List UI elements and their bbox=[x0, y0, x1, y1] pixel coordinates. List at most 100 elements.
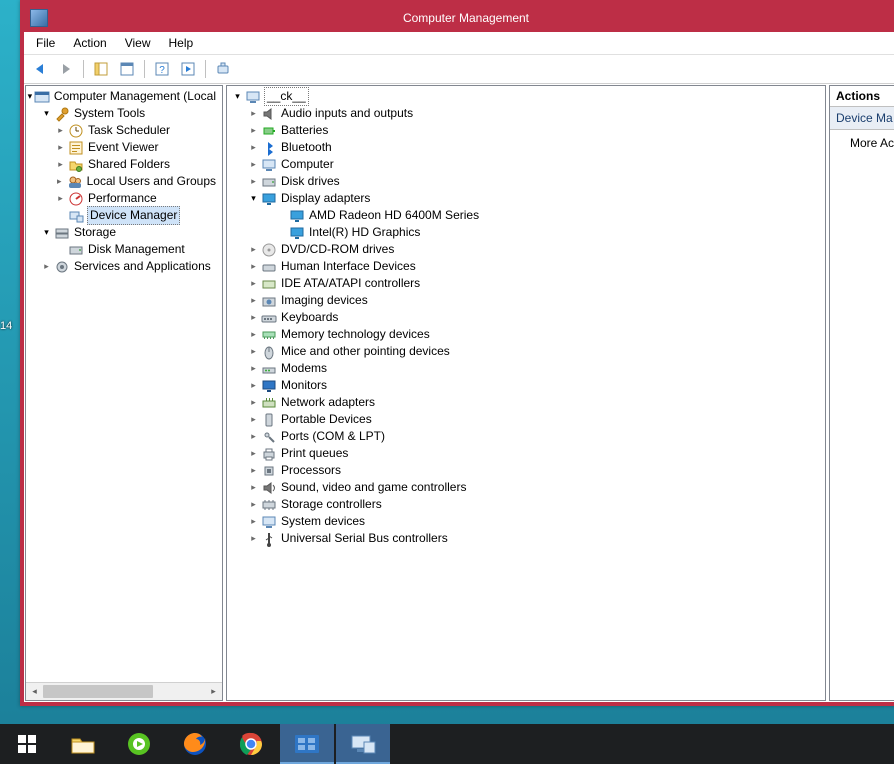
task-computer-management[interactable] bbox=[336, 724, 390, 764]
expander-icon[interactable]: ▸ bbox=[53, 175, 66, 188]
tree-root-computer[interactable]: ▾ __ck__ bbox=[227, 88, 825, 105]
action-pane-button[interactable] bbox=[176, 57, 200, 81]
back-button[interactable] bbox=[28, 57, 52, 81]
expander-icon[interactable]: ▸ bbox=[247, 260, 260, 273]
task-firefox[interactable] bbox=[168, 724, 222, 764]
expander-icon[interactable]: ▸ bbox=[247, 362, 260, 375]
menu-file[interactable]: File bbox=[28, 34, 65, 52]
expander-icon[interactable]: ▸ bbox=[247, 311, 260, 324]
expander-icon[interactable]: ▸ bbox=[247, 430, 260, 443]
device-category[interactable]: ▸Print queues bbox=[227, 445, 825, 462]
task-chrome[interactable] bbox=[224, 724, 278, 764]
expander-icon[interactable]: ▸ bbox=[247, 379, 260, 392]
titlebar[interactable]: Computer Management bbox=[24, 4, 894, 32]
expander-icon[interactable]: ▸ bbox=[247, 447, 260, 460]
device-category[interactable]: ▾Display adapters bbox=[227, 190, 825, 207]
device-item[interactable]: Intel(R) HD Graphics bbox=[227, 224, 825, 241]
show-hide-tree-button[interactable] bbox=[89, 57, 113, 81]
tree-item-shared-folders[interactable]: ▸ Shared Folders bbox=[26, 156, 222, 173]
device-category[interactable]: ▸Memory technology devices bbox=[227, 326, 825, 343]
expander-icon[interactable]: ▾ bbox=[40, 226, 53, 239]
tree-item-device-manager[interactable]: Device Manager bbox=[26, 207, 222, 224]
expander-icon[interactable]: ▸ bbox=[247, 107, 260, 120]
help-button[interactable]: ? bbox=[150, 57, 174, 81]
expander-icon[interactable]: ▸ bbox=[247, 532, 260, 545]
scroll-thumb[interactable] bbox=[43, 685, 153, 698]
device-category[interactable]: ▸Bluetooth bbox=[227, 139, 825, 156]
device-category[interactable]: ▸Portable Devices bbox=[227, 411, 825, 428]
expander-icon[interactable]: ▸ bbox=[54, 124, 67, 137]
expander-icon[interactable]: ▸ bbox=[247, 175, 260, 188]
expander-icon[interactable]: ▸ bbox=[247, 396, 260, 409]
start-button[interactable] bbox=[0, 724, 54, 764]
properties-button[interactable] bbox=[115, 57, 139, 81]
menu-view[interactable]: View bbox=[117, 34, 161, 52]
tree-item-event-viewer[interactable]: ▸ Event Viewer bbox=[26, 139, 222, 156]
scroll-track[interactable] bbox=[43, 683, 205, 700]
expander-icon[interactable]: ▸ bbox=[247, 328, 260, 341]
actions-section[interactable]: Device Ma bbox=[830, 107, 894, 130]
device-category[interactable]: ▸Keyboards bbox=[227, 309, 825, 326]
device-item[interactable]: AMD Radeon HD 6400M Series bbox=[227, 207, 825, 224]
actions-more[interactable]: More Act bbox=[830, 130, 894, 156]
expander-icon[interactable]: ▸ bbox=[247, 498, 260, 511]
device-category[interactable]: ▸Computer bbox=[227, 156, 825, 173]
tree-item-disk-management[interactable]: Disk Management bbox=[26, 241, 222, 258]
device-category[interactable]: ▸Storage controllers bbox=[227, 496, 825, 513]
expander-icon[interactable]: ▸ bbox=[247, 515, 260, 528]
event-viewer-icon bbox=[68, 140, 84, 156]
menu-help[interactable]: Help bbox=[161, 34, 204, 52]
expander-icon[interactable]: ▾ bbox=[231, 90, 244, 103]
device-category[interactable]: ▸Imaging devices bbox=[227, 292, 825, 309]
tree-item-task-scheduler[interactable]: ▸ Task Scheduler bbox=[26, 122, 222, 139]
device-icon bbox=[261, 344, 277, 360]
expander-icon[interactable]: ▸ bbox=[247, 158, 260, 171]
expander-icon[interactable]: ▸ bbox=[40, 260, 53, 273]
horizontal-scrollbar[interactable]: ◂ ▸ bbox=[26, 682, 222, 700]
scroll-right-button[interactable]: ▸ bbox=[205, 683, 222, 700]
expander-icon[interactable]: ▸ bbox=[247, 294, 260, 307]
device-category[interactable]: ▸Human Interface Devices bbox=[227, 258, 825, 275]
expander-icon[interactable]: ▸ bbox=[247, 124, 260, 137]
tree-item-local-users-groups[interactable]: ▸ Local Users and Groups bbox=[26, 173, 222, 190]
expander-icon[interactable]: ▸ bbox=[54, 141, 67, 154]
tree-root-computer-management[interactable]: ▾ Computer Management (Local bbox=[26, 88, 222, 105]
device-category[interactable]: ▸Ports (COM & LPT) bbox=[227, 428, 825, 445]
task-file-explorer[interactable] bbox=[56, 724, 110, 764]
expander-icon[interactable]: ▸ bbox=[54, 192, 67, 205]
expander-icon[interactable]: ▸ bbox=[247, 141, 260, 154]
device-category[interactable]: ▸Processors bbox=[227, 462, 825, 479]
task-app-green[interactable] bbox=[112, 724, 166, 764]
tree-item-services-apps[interactable]: ▸ Services and Applications bbox=[26, 258, 222, 275]
expander-icon[interactable]: ▾ bbox=[40, 107, 53, 120]
expander-icon[interactable]: ▸ bbox=[247, 481, 260, 494]
device-category[interactable]: ▸System devices bbox=[227, 513, 825, 530]
expander-icon[interactable]: ▸ bbox=[247, 243, 260, 256]
device-category[interactable]: ▸Monitors bbox=[227, 377, 825, 394]
device-category[interactable]: ▸Mice and other pointing devices bbox=[227, 343, 825, 360]
expander-icon[interactable]: ▾ bbox=[247, 192, 260, 205]
device-category[interactable]: ▸Audio inputs and outputs bbox=[227, 105, 825, 122]
task-control-panel[interactable] bbox=[280, 724, 334, 764]
expander-icon[interactable]: ▸ bbox=[54, 158, 67, 171]
device-category[interactable]: ▸Batteries bbox=[227, 122, 825, 139]
scroll-left-button[interactable]: ◂ bbox=[26, 683, 43, 700]
tree-item-storage[interactable]: ▾ Storage bbox=[26, 224, 222, 241]
device-category[interactable]: ▸IDE ATA/ATAPI controllers bbox=[227, 275, 825, 292]
device-category[interactable]: ▸DVD/CD-ROM drives bbox=[227, 241, 825, 258]
expander-icon[interactable]: ▸ bbox=[247, 413, 260, 426]
device-category[interactable]: ▸Modems bbox=[227, 360, 825, 377]
scan-hardware-button[interactable] bbox=[211, 57, 235, 81]
device-category[interactable]: ▸Network adapters bbox=[227, 394, 825, 411]
expander-icon[interactable]: ▸ bbox=[247, 345, 260, 358]
menu-action[interactable]: Action bbox=[65, 34, 116, 52]
expander-icon[interactable]: ▸ bbox=[247, 277, 260, 290]
forward-button[interactable] bbox=[54, 57, 78, 81]
tree-item-system-tools[interactable]: ▾ System Tools bbox=[26, 105, 222, 122]
device-category[interactable]: ▸Disk drives bbox=[227, 173, 825, 190]
device-category[interactable]: ▸Sound, video and game controllers bbox=[227, 479, 825, 496]
expander-icon[interactable]: ▾ bbox=[27, 90, 33, 103]
expander-icon[interactable]: ▸ bbox=[247, 464, 260, 477]
tree-item-performance[interactable]: ▸ Performance bbox=[26, 190, 222, 207]
device-category[interactable]: ▸Universal Serial Bus controllers bbox=[227, 530, 825, 547]
